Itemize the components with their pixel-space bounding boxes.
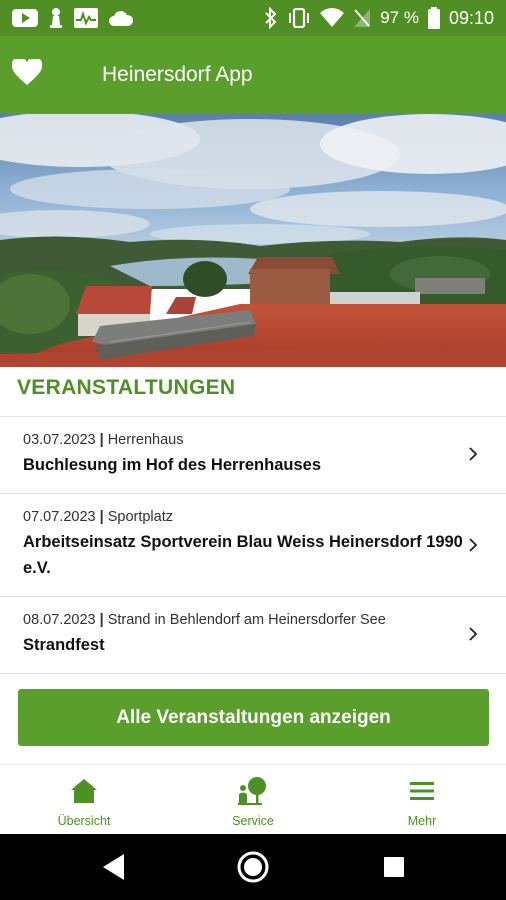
nav-label: Übersicht (57, 814, 111, 828)
divider (0, 673, 506, 674)
event-date: 07.07.2023 (23, 509, 96, 525)
app-title: Heinersdorf App (102, 63, 253, 86)
event-location: Strand in Behlendorf am Heinersdorfer Se… (107, 612, 386, 628)
event-name: Arbeitseinsatz Sportverein Blau Weiss He… (23, 533, 463, 577)
nav-label: Mehr (407, 814, 437, 828)
event-meta: 08.07.2023 | Strand in Behlendorf am Hei… (23, 612, 386, 628)
favorites-button[interactable] (0, 36, 54, 114)
nav-item-more[interactable]: Mehr (338, 765, 506, 835)
status-bar: 97 % 09:10 (0, 0, 506, 36)
show-all-events-button[interactable]: Alle Veranstaltungen anzeigen (18, 689, 489, 746)
home-icon (70, 775, 98, 807)
back-icon[interactable] (100, 852, 128, 882)
meta-separator: | (99, 432, 104, 448)
heart-icon (11, 56, 43, 91)
nav-label: Service (232, 814, 274, 828)
chess-pawn-icon (48, 7, 64, 29)
nav-item-overview[interactable]: Übersicht (0, 765, 168, 835)
event-meta: 07.07.2023 | Sportplatz (23, 509, 173, 525)
battery-icon (427, 7, 440, 29)
home-button-icon[interactable] (236, 850, 270, 884)
event-item[interactable]: 08.07.2023 | Strand in Behlendorf am Hei… (0, 597, 506, 673)
battery-percent: 97 % (380, 8, 419, 27)
event-item[interactable]: 07.07.2023 | Sportplatz Arbeitseinsatz S… (0, 494, 506, 596)
nav-item-service[interactable]: Service (169, 765, 337, 835)
event-date: 08.07.2023 (23, 612, 96, 628)
youtube-icon (12, 9, 38, 27)
event-location: Herrenhaus (107, 432, 184, 448)
wifi-icon (320, 8, 345, 28)
section-title-events: VERANSTALTUNGEN (17, 376, 236, 399)
event-item[interactable]: 03.07.2023 | Herrenhaus Buchlesung im Ho… (0, 417, 506, 493)
event-meta: 03.07.2023 | Herrenhaus (23, 432, 183, 448)
recents-icon[interactable] (383, 856, 405, 878)
system-navigation-bar (0, 834, 506, 900)
event-date: 03.07.2023 (23, 432, 96, 448)
event-name: Strandfest (23, 636, 105, 654)
chevron-right-icon (469, 627, 478, 641)
meta-separator: | (99, 612, 104, 628)
system-indicators: 97 % 09:10 (264, 7, 506, 29)
bluetooth-icon (264, 7, 278, 29)
app-bar: Heinersdorf App (0, 36, 506, 114)
vibrate-icon (287, 8, 311, 28)
cloud-icon (108, 9, 134, 27)
meta-separator: | (99, 509, 104, 525)
bottom-navigation: Übersicht Service Mehr (0, 764, 506, 835)
service-icon (237, 775, 269, 807)
event-location: Sportplatz (107, 509, 173, 525)
chevron-right-icon (469, 447, 478, 461)
event-name: Buchlesung im Hof des Herrenhauses (23, 456, 321, 474)
menu-icon (409, 775, 435, 807)
chevron-right-icon (469, 538, 478, 552)
notification-icons (0, 7, 134, 29)
activity-monitor-icon (74, 8, 98, 28)
hero-image (0, 114, 506, 367)
clock: 09:10 (448, 7, 494, 28)
no-sim-icon (353, 8, 371, 28)
